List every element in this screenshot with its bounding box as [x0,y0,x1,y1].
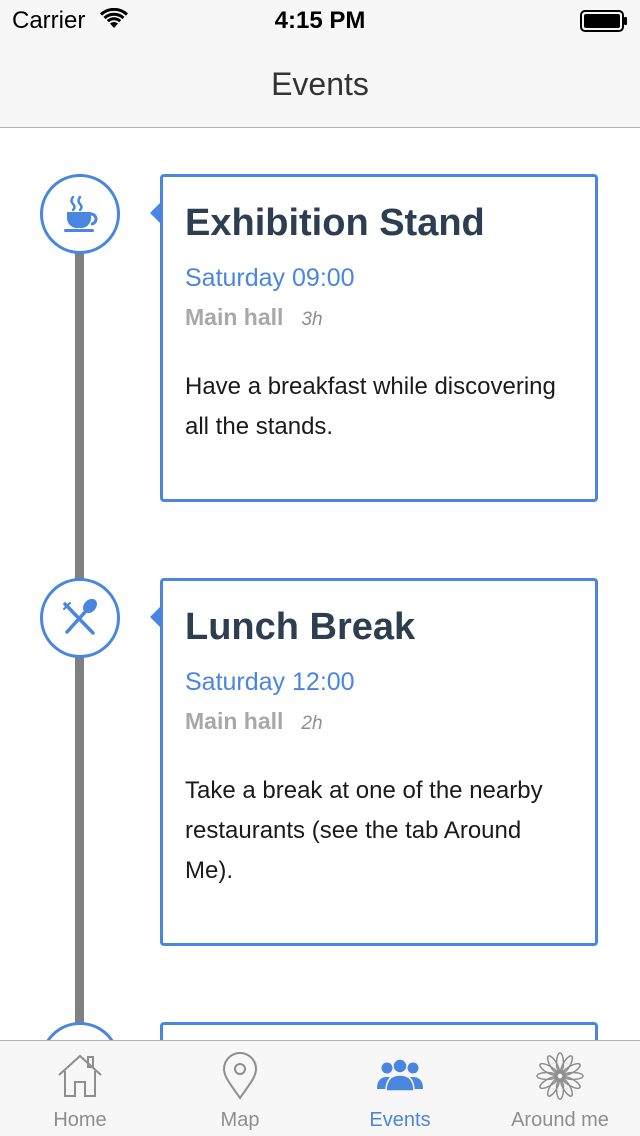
tab-label: Events [369,1109,431,1131]
tab-home[interactable]: Home [0,1041,160,1136]
tab-bar: Home Map Events Around me [0,1040,640,1136]
event-duration: 3h [301,309,323,330]
event-time: Saturday 09:00 [185,264,355,292]
tab-around-me[interactable]: Around me [480,1041,640,1136]
event-description: Take a break at one of the nearby restau… [185,777,543,884]
event-meta: Main hall 3h [185,301,573,337]
event-card[interactable]: Exhibition Stand Saturday 09:00 Main hal… [150,174,598,502]
battery-icon [580,10,627,32]
event-card[interactable] [160,1022,598,1040]
event-location: Main hall [185,708,284,734]
clock-label: 4:15 PM [274,7,366,34]
event-icon [40,1022,120,1040]
fork-spoon-icon [40,578,120,658]
event-duration: 2h [301,713,323,734]
coffee-cup-icon [40,174,120,254]
event-card[interactable]: Lunch Break Saturday 12:00 Main hall 2h T… [150,578,598,946]
tab-label: Home [53,1109,107,1131]
tab-label: Around me [511,1109,609,1131]
tab-events[interactable]: Events [320,1041,480,1136]
map-pin-icon [222,1052,258,1100]
event-meta: Main hall 2h [185,705,573,741]
tab-map[interactable]: Map [160,1041,320,1136]
page-title: Events [271,66,369,102]
event-title: Lunch Break [185,606,416,648]
event-title: Exhibition Stand [185,202,485,244]
house-icon [58,1054,102,1097]
event-location: Main hall [185,304,284,330]
flower-icon [536,1052,584,1100]
status-bar: Carrier 4:15 PM [0,0,640,40]
events-timeline[interactable]: Exhibition Stand Saturday 09:00 Main hal… [0,128,640,1040]
people-icon [377,1058,423,1092]
event-description: Have a breakfast while discovering all t… [185,373,556,440]
event-time: Saturday 12:00 [185,668,355,696]
tab-label: Map [220,1109,260,1131]
navigation-bar: Events [0,40,640,128]
